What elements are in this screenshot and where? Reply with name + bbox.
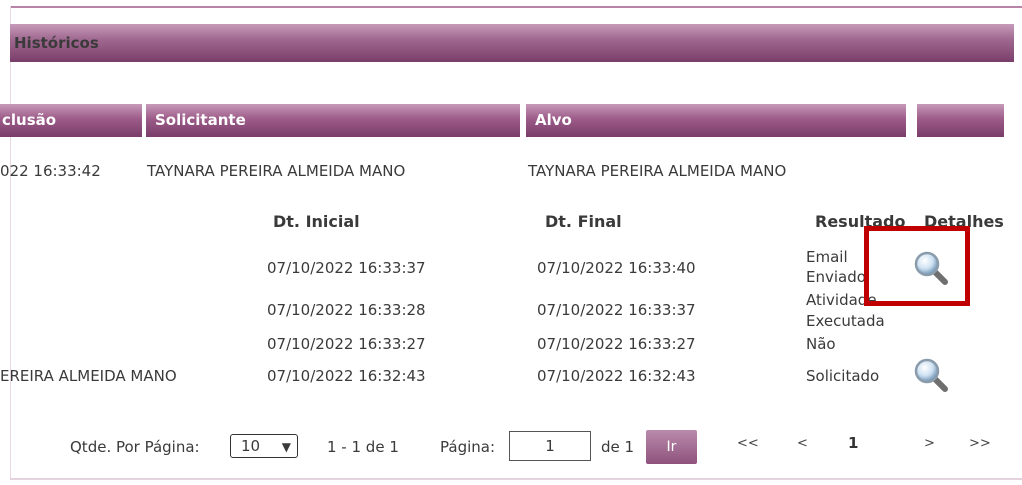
detail-dt-inicial: 07/10/2022 16:33:37: [267, 259, 426, 277]
first-page-link[interactable]: <<: [737, 436, 759, 451]
detail-dt-final: 07/10/2022 16:33:37: [537, 301, 696, 319]
detail-name: EREIRA ALMEIDA MANO: [0, 367, 177, 385]
page-input[interactable]: 1: [509, 431, 591, 461]
subheader-dt-inicial: Dt. Inicial: [273, 212, 360, 231]
row-alvo: TAYNARA PEREIRA ALMEIDA MANO: [528, 162, 787, 180]
col-header-alvo[interactable]: Alvo: [526, 104, 906, 137]
chevron-down-icon: ▼: [281, 440, 291, 454]
last-page-link[interactable]: >>: [969, 436, 991, 451]
detail-dt-inicial: 07/10/2022 16:32:43: [267, 367, 426, 385]
magnifier-icon[interactable]: [914, 358, 948, 392]
col-header-inclusao[interactable]: clusão: [0, 104, 142, 137]
row-solicitante: TAYNARA PEREIRA ALMEIDA MANO: [147, 162, 406, 180]
left-border: [10, 6, 11, 480]
detail-resultado: Email: [806, 248, 848, 266]
col-header-extra: [917, 104, 1004, 137]
highlight-box: [864, 226, 970, 306]
of-total-text: de 1: [601, 438, 635, 456]
detail-dt-final: 07/10/2022 16:33:27: [537, 335, 696, 353]
detail-resultado: Solicitado: [806, 367, 880, 385]
per-page-select[interactable]: 10 ▼: [230, 434, 298, 458]
top-border: [10, 6, 1022, 8]
go-button[interactable]: Ir: [646, 430, 697, 464]
detail-dt-inicial: 07/10/2022 16:33:28: [267, 301, 426, 319]
detail-dt-final: 07/10/2022 16:32:43: [537, 367, 696, 385]
per-page-value: 10: [241, 437, 261, 455]
detail-resultado: Não: [806, 335, 836, 353]
col-header-solicitante[interactable]: Solicitante: [146, 104, 520, 137]
per-page-label: Qtde. Por Página:: [70, 438, 200, 456]
detail-dt-inicial: 07/10/2022 16:33:27: [267, 335, 426, 353]
bottom-border: [10, 478, 1022, 480]
range-text: 1 - 1 de 1: [327, 438, 399, 456]
next-page-link[interactable]: >: [924, 436, 935, 451]
detail-resultado-line2: Enviado: [806, 268, 866, 286]
row-inclusao: 022 16:33:42: [0, 162, 101, 180]
detail-resultado-line2: Executada: [806, 312, 885, 330]
detail-dt-final: 07/10/2022 16:33:40: [537, 259, 696, 277]
section-title: Históricos: [10, 24, 1014, 62]
current-page: 1: [848, 434, 859, 452]
page-label: Página:: [440, 438, 496, 456]
subheader-dt-final: Dt. Final: [545, 212, 622, 231]
prev-page-link[interactable]: <: [797, 436, 808, 451]
